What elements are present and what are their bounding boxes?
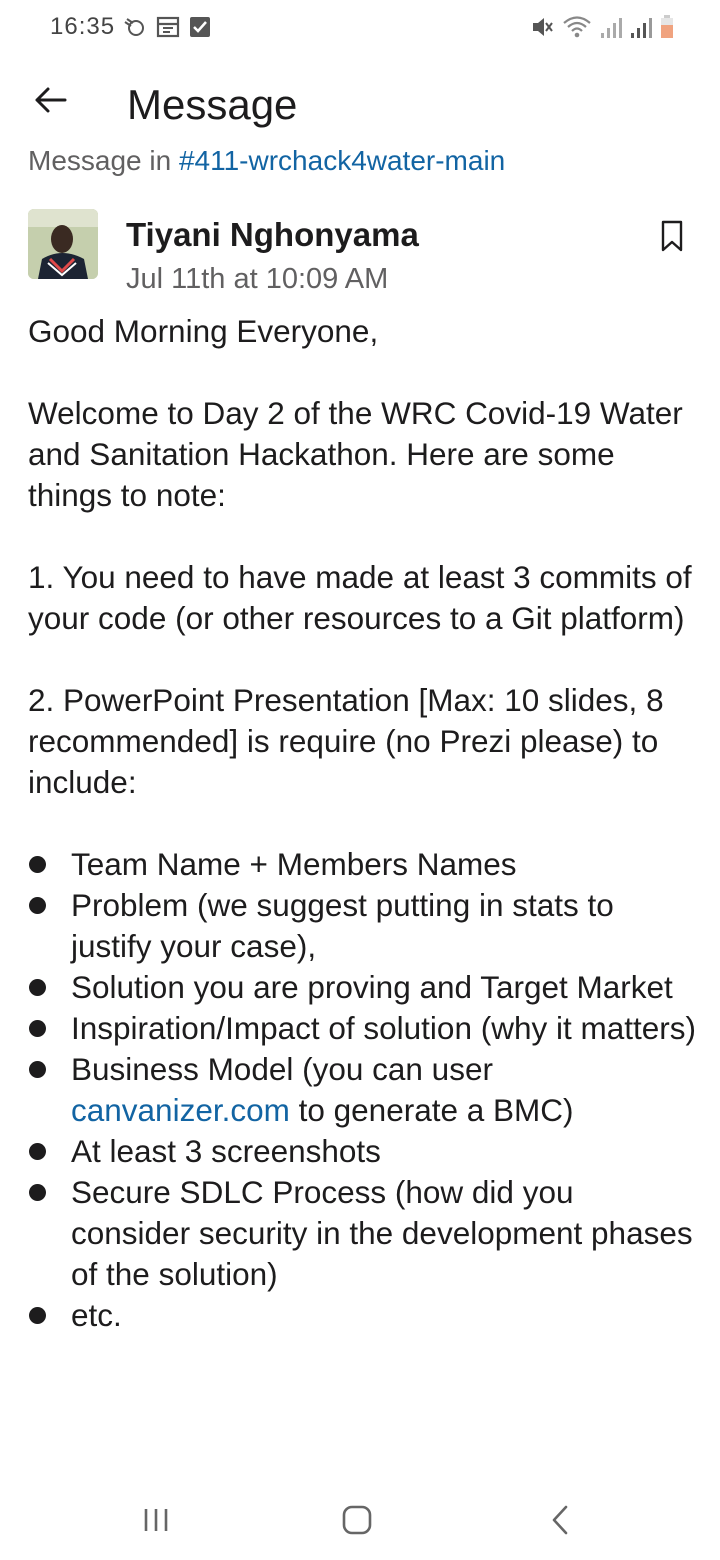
- list-item: Problem (we suggest putting in stats to …: [28, 885, 698, 967]
- message-greeting: Good Morning Everyone,: [28, 313, 379, 349]
- bullet-dot: [29, 897, 46, 914]
- recents-button[interactable]: [136, 1502, 176, 1542]
- list-item: Business Model (you can user canvanizer.…: [28, 1049, 698, 1131]
- list-item: Team Name + Members Names: [28, 844, 698, 885]
- back-button[interactable]: [28, 80, 72, 124]
- message-intro: Welcome to Day 2 of the WRC Covid-19 Wat…: [28, 395, 683, 513]
- list-item-text: Secure SDLC Process (how did you conside…: [71, 1174, 693, 1292]
- status-bar: 16:35: [0, 0, 720, 56]
- bullet-list: Team Name + Members Names Problem (we su…: [28, 844, 698, 1336]
- checkbox-icon: [188, 15, 212, 44]
- home-button[interactable]: [337, 1502, 377, 1542]
- list-item: etc.: [28, 1295, 698, 1336]
- channel-link[interactable]: #411-wrchack4water-main: [179, 145, 505, 176]
- bullet-dot: [29, 856, 46, 873]
- bullet-dot: [29, 1020, 46, 1037]
- wifi-icon: [562, 14, 592, 45]
- message-timestamp: Jul 11th at 10:09 AM: [126, 263, 389, 295]
- channel-context-prefix: Message in: [28, 145, 179, 176]
- signal-icon: [600, 15, 622, 44]
- bullet-dot: [29, 1184, 46, 1201]
- mute-icon: [530, 14, 554, 45]
- list-item: Secure SDLC Process (how did you conside…: [28, 1172, 698, 1295]
- avatar[interactable]: [28, 209, 98, 279]
- navigation-bar: [0, 1480, 720, 1560]
- status-right-icons: [530, 14, 674, 45]
- page-title: Message: [127, 81, 298, 128]
- bullet-dot: [29, 1307, 46, 1324]
- bullet-dot: [29, 1143, 46, 1160]
- list-item-text-suffix: to generate a BMC): [289, 1092, 574, 1128]
- bookmark-button[interactable]: [656, 219, 688, 257]
- message-point-2: 2. PowerPoint Presentation [Max: 10 slid…: [28, 682, 664, 800]
- canvanizer-link[interactable]: canvanizer.com: [71, 1092, 290, 1128]
- battery-icon: [660, 15, 674, 44]
- list-item-text: Inspiration/Impact of solution (why it m…: [71, 1010, 696, 1046]
- home-icon: [341, 1504, 373, 1541]
- back-icon: [549, 1505, 571, 1540]
- system-back-button[interactable]: [540, 1502, 580, 1542]
- arrow-left-icon: [33, 86, 67, 119]
- calendar-icon: [156, 15, 180, 44]
- list-item-text: Problem (we suggest putting in stats to …: [71, 887, 614, 964]
- bullet-dot: [29, 979, 46, 996]
- list-item-text: Business Model (you can user: [71, 1051, 493, 1087]
- message-body: Good Morning Everyone, Welcome to Day 2 …: [28, 311, 698, 1336]
- app-header: Message: [0, 72, 720, 138]
- status-time: 16:35: [50, 13, 116, 40]
- list-item: At least 3 screenshots: [28, 1131, 698, 1172]
- bullet-dot: [29, 1061, 46, 1078]
- sync-icon: [122, 14, 148, 45]
- list-item-text: Solution you are proving and Target Mark…: [71, 969, 673, 1005]
- list-item-text: Team Name + Members Names: [71, 846, 517, 882]
- signal-icon-2: [630, 15, 652, 44]
- author-name[interactable]: Tiyani Nghonyama: [126, 214, 419, 256]
- status-left-icons: [122, 14, 212, 45]
- channel-context: Message in #411-wrchack4water-main: [28, 143, 505, 179]
- list-item-text: At least 3 screenshots: [71, 1133, 381, 1169]
- bookmark-icon: [660, 220, 684, 257]
- list-item: Inspiration/Impact of solution (why it m…: [28, 1008, 698, 1049]
- recents-icon: [141, 1507, 171, 1538]
- list-item-text: etc.: [71, 1297, 122, 1333]
- message-point-1: 1. You need to have made at least 3 comm…: [28, 559, 692, 636]
- list-item: Solution you are proving and Target Mark…: [28, 967, 698, 1008]
